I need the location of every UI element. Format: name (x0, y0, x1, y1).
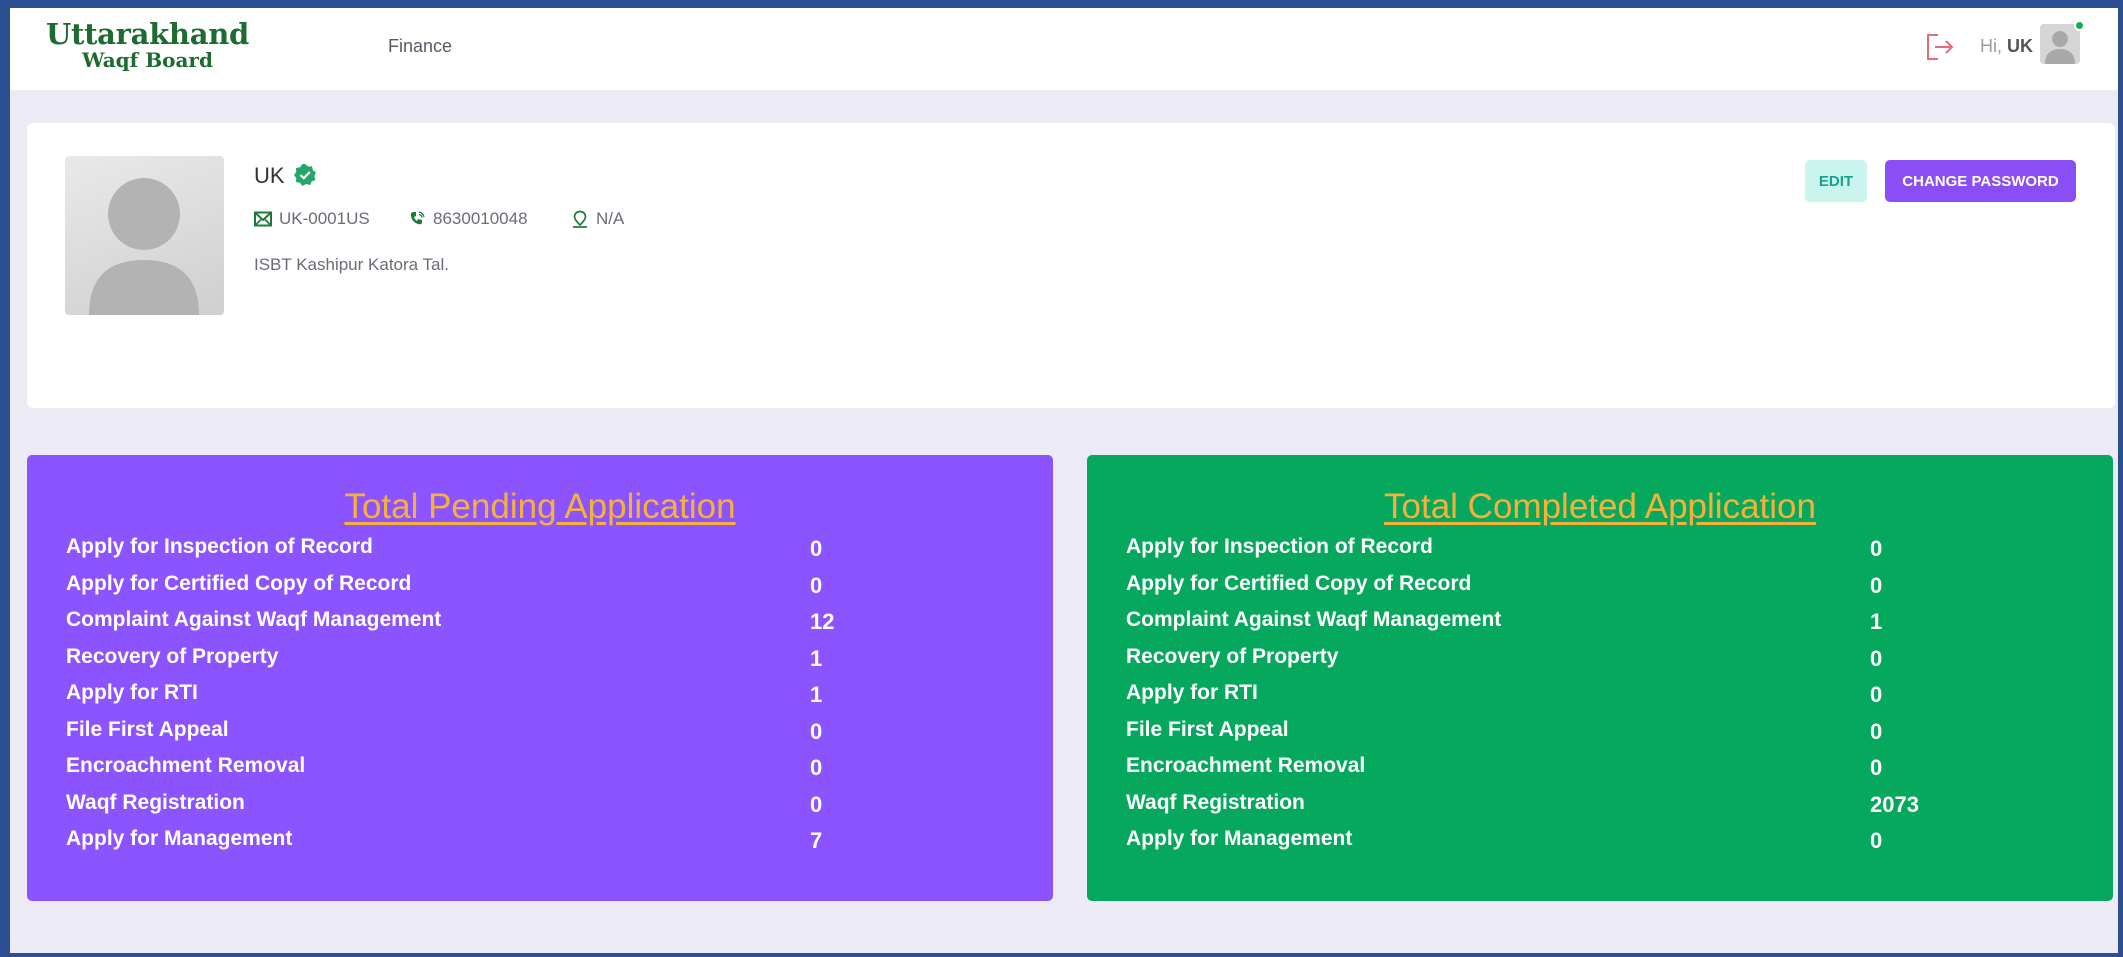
row-label: Apply for Certified Copy of Record (1126, 571, 1472, 595)
list-item: Waqf Registration 0 (66, 787, 1026, 824)
completed-applications-panel: Total Completed Application Apply for In… (1087, 455, 2113, 901)
completed-list: Apply for Inspection of Record 0 Apply fo… (1126, 531, 2086, 860)
user-id-text: UK-0001US (279, 209, 370, 228)
list-item: Apply for Inspection of Record 0 (66, 531, 1026, 568)
row-label: Waqf Registration (66, 790, 245, 814)
row-label: Apply for Management (66, 827, 293, 850)
row-label: File First Appeal (1126, 717, 1289, 741)
list-item: Complaint Against Waqf Management 1 (1126, 604, 2086, 641)
top-navbar: Uttarakhand Waqf Board Finance Hi, UK (10, 8, 2118, 90)
edit-button[interactable]: EDIT (1805, 160, 1867, 202)
list-item: Waqf Registration 2073 (1126, 787, 2086, 824)
profile-photo (65, 156, 224, 315)
pending-list: Apply for Inspection of Record 0 Apply fo… (66, 531, 1026, 860)
row-count: 7 (810, 828, 823, 853)
list-item: Encroachment Removal 0 (66, 750, 1026, 787)
list-item: Recovery of Property 1 (66, 641, 1026, 678)
row-label: Complaint Against Waqf Management (66, 608, 442, 631)
online-status-dot (2074, 20, 2085, 31)
logo-line-2: Waqf Board (82, 48, 213, 72)
list-item: Recovery of Property 0 (1126, 641, 2086, 678)
list-item: Apply for Management 0 (1126, 823, 2086, 860)
row-count: 0 (1870, 645, 1883, 671)
greeting-prefix: Hi, (1980, 36, 2002, 56)
pending-panel-title[interactable]: Total Pending Application (27, 487, 1053, 527)
profile-name: UK (254, 163, 285, 188)
list-item: File First Appeal 0 (66, 714, 1026, 751)
app-window: Uttarakhand Waqf Board Finance Hi, UK UK… (10, 8, 2118, 953)
list-item: File First Appeal 0 (1126, 714, 2086, 751)
user-avatar-icon (2040, 24, 2080, 64)
phone-item: 8630010048 (408, 209, 528, 229)
user-greeting: Hi, UK (1980, 36, 2033, 57)
profile-placeholder-icon (89, 178, 199, 315)
row-label: Recovery of Property (66, 644, 279, 668)
row-count: 0 (1870, 718, 1883, 744)
list-item: Apply for Management 7 (66, 823, 1026, 860)
row-count: 2073 (1870, 791, 1919, 817)
profile-address: ISBT Kashipur Katora Tal. (254, 255, 449, 274)
list-item: Apply for Certified Copy of Record 0 (1126, 568, 2086, 605)
phone-icon (410, 211, 425, 225)
mail-icon (254, 211, 272, 227)
pending-applications-panel: Total Pending Application Apply for Insp… (27, 455, 1053, 901)
nav-finance-link[interactable]: Finance (388, 36, 452, 57)
verified-badge-icon (294, 164, 316, 186)
list-item: Encroachment Removal 0 (1126, 750, 2086, 787)
row-count: 0 (810, 536, 823, 561)
list-item: Apply for Inspection of Record 0 (1126, 531, 2086, 568)
row-label: File First Appeal (66, 717, 229, 741)
row-count: 1 (810, 682, 823, 707)
row-count: 0 (1870, 682, 1883, 707)
row-label: Waqf Registration (1126, 790, 1305, 814)
phone-text: 8630010048 (433, 209, 528, 228)
row-count: 0 (810, 718, 823, 744)
row-label: Apply for Management (1126, 827, 1353, 850)
row-label: Recovery of Property (1126, 644, 1339, 668)
location-text: N/A (596, 209, 625, 228)
row-label: Complaint Against Waqf Management (1126, 608, 1502, 631)
completed-panel-title[interactable]: Total Completed Application (1087, 487, 2113, 527)
list-item: Complaint Against Waqf Management 12 (66, 604, 1026, 641)
map-pin-icon (573, 210, 587, 228)
row-count: 0 (1870, 828, 1883, 853)
row-count: 12 (810, 609, 835, 634)
row-count: 0 (810, 572, 823, 598)
profile-card: UK UK-0001US 8630010048 N/A ISBT Kashipu… (27, 123, 2115, 408)
logo-line-1: Uttarakhand (46, 17, 249, 51)
logout-icon[interactable] (1922, 30, 1956, 64)
row-label: Apply for RTI (1126, 681, 1258, 704)
row-label: Encroachment Removal (66, 754, 306, 777)
greeting-username: UK (2007, 36, 2034, 56)
row-label: Apply for Inspection of Record (66, 535, 373, 558)
list-item: Apply for RTI 1 (66, 677, 1026, 714)
row-label: Encroachment Removal (1126, 754, 1366, 777)
row-count: 0 (810, 755, 823, 780)
row-label: Apply for RTI (66, 681, 198, 704)
row-count: 1 (810, 645, 823, 671)
row-label: Apply for Inspection of Record (1126, 535, 1433, 558)
row-count: 0 (1870, 572, 1883, 598)
user-id-item: UK-0001US (254, 209, 370, 229)
change-password-button[interactable]: CHANGE PASSWORD (1885, 160, 2076, 202)
row-label: Apply for Certified Copy of Record (66, 571, 412, 595)
list-item: Apply for Certified Copy of Record 0 (66, 568, 1026, 605)
brand-logo[interactable]: Uttarakhand Waqf Board (46, 17, 249, 72)
user-avatar[interactable] (2040, 24, 2080, 64)
list-item: Apply for RTI 0 (1126, 677, 2086, 714)
location-item: N/A (571, 209, 624, 229)
row-count: 1 (1870, 609, 1883, 634)
row-count: 0 (1870, 755, 1883, 780)
row-count: 0 (810, 791, 823, 817)
row-count: 0 (1870, 536, 1883, 561)
